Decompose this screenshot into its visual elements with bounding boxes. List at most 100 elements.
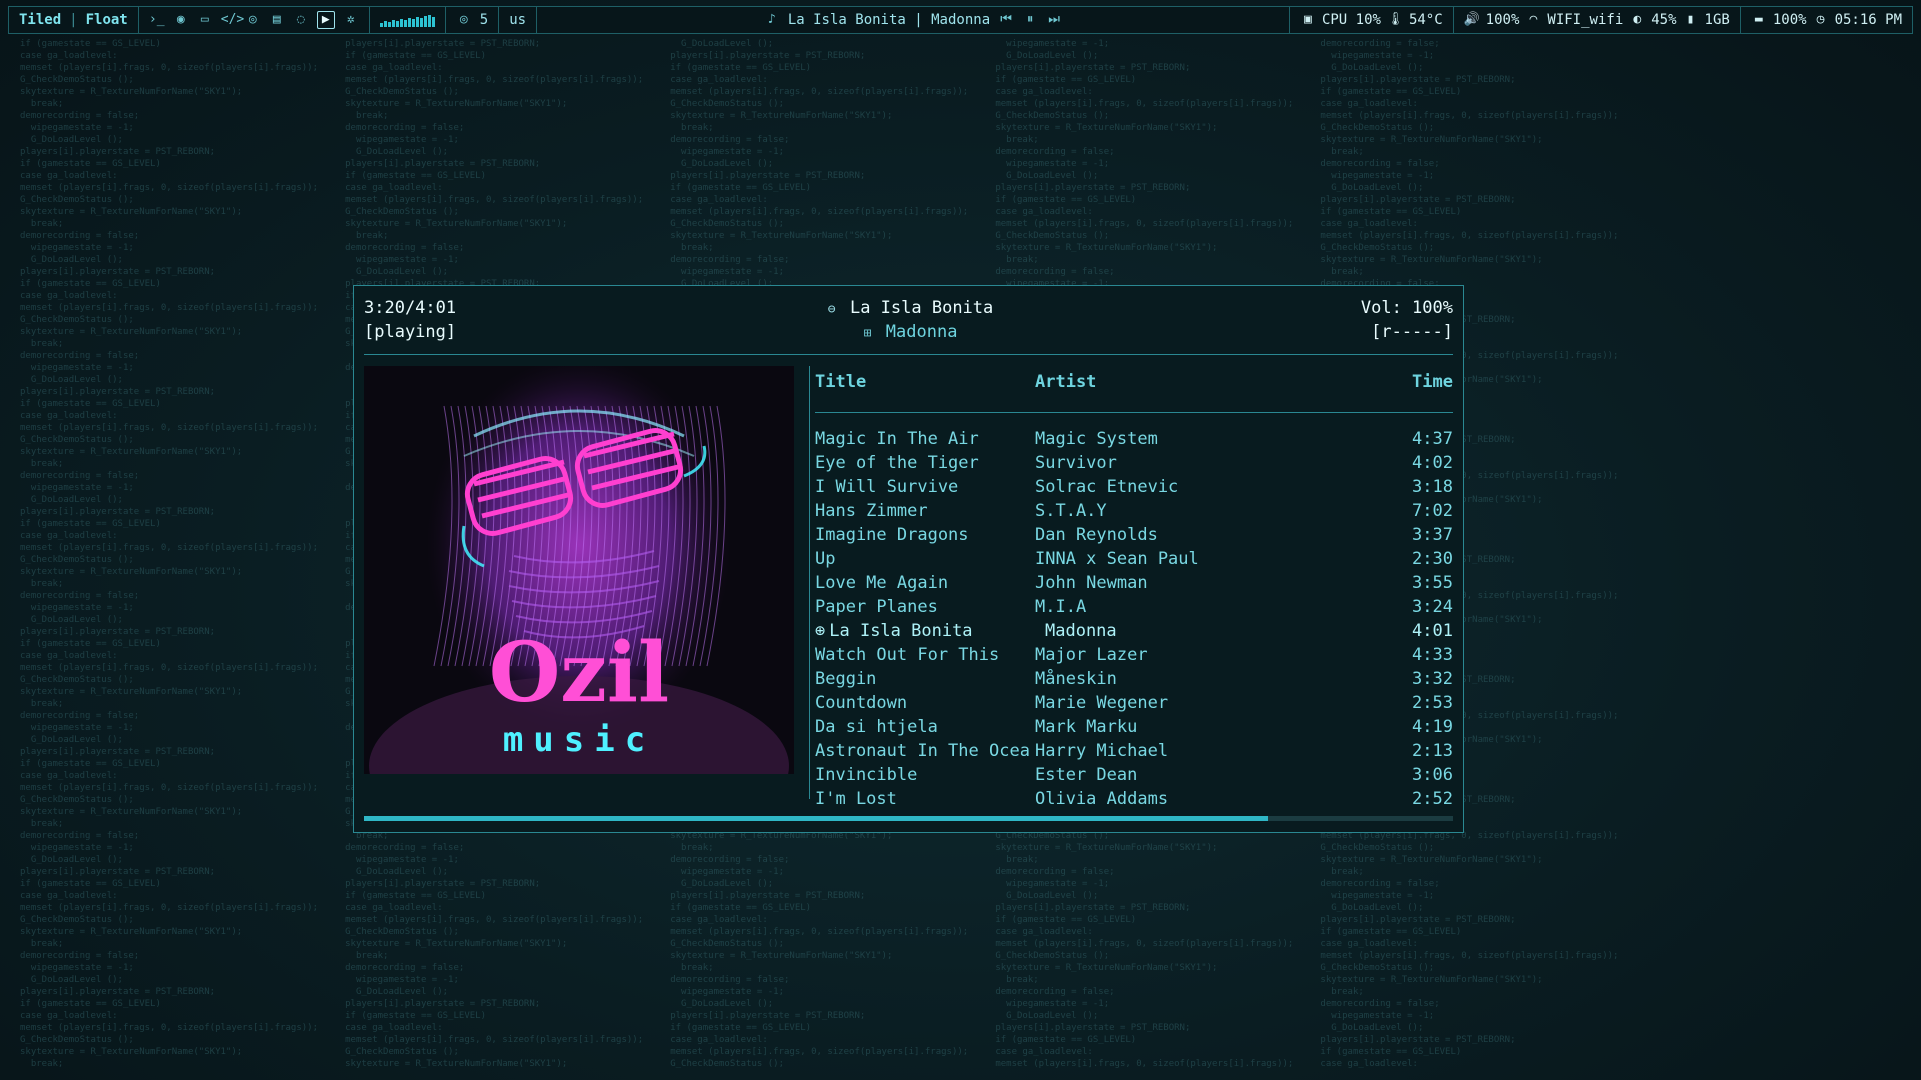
- notes-icon[interactable]: ▤: [269, 12, 285, 28]
- track-title-text: Astronaut In The Ocea: [815, 741, 1030, 761]
- youtube-icon[interactable]: ▶: [316, 11, 335, 29]
- track-duration: 2:30: [1412, 549, 1453, 569]
- track-title: Da si htjela: [815, 715, 1035, 739]
- code-icon[interactable]: </>: [221, 12, 244, 28]
- track-title: Paper Planes: [815, 595, 1035, 619]
- progress-bar-fill: [364, 816, 1268, 821]
- next-track-icon[interactable]: ⏭: [1046, 12, 1062, 28]
- visualizer-bar: [387, 22, 391, 27]
- keyboard-layout-indicator[interactable]: us: [499, 7, 538, 33]
- visualizer-bar: [407, 18, 411, 27]
- playlist-row[interactable]: Love Me Again John Newman 3:55: [815, 571, 1453, 595]
- track-title-text: Beggin: [815, 669, 877, 689]
- minus-circle-icon: ⊖: [827, 302, 836, 317]
- track-duration: 3:37: [1412, 525, 1453, 545]
- playlist-row[interactable]: Astronaut In The Ocea Harry Michael 2:13: [815, 739, 1453, 763]
- current-song-artist: Madonna: [885, 322, 958, 342]
- visualizer-bar: [391, 20, 395, 27]
- track-artist: Måneskin: [1035, 669, 1117, 689]
- track-title-text: Countdown: [815, 693, 908, 713]
- track-title-text: La Isla Bonita: [829, 621, 973, 641]
- terminal-icon[interactable]: ›_: [149, 12, 165, 28]
- track-artist: Harry Michael: [1035, 741, 1169, 761]
- cpu-usage: CPU 10%: [1321, 12, 1381, 28]
- header-divider: [364, 354, 1453, 355]
- playlist-row[interactable]: Countdown Marie Wegener 2:53: [815, 691, 1453, 715]
- track-artist: M.I.A: [1035, 597, 1087, 617]
- folder-icon[interactable]: ▭: [197, 12, 213, 28]
- track-artist: Ester Dean: [1035, 765, 1138, 785]
- visualizer-bar: [395, 21, 399, 27]
- chat-icon[interactable]: ◌: [293, 12, 309, 28]
- track-artist: Mark Marku: [1035, 717, 1138, 737]
- keyboard-layout-label: us: [509, 12, 527, 28]
- track-title: ⊕ La Isla Bonita: [815, 619, 1035, 643]
- visualizer-bar: [379, 23, 383, 27]
- track-title: Eye of the Tiger: [815, 451, 1035, 475]
- track-duration: 7:02: [1412, 501, 1453, 521]
- track-artist: S.T.A.Y: [1035, 501, 1107, 521]
- track-artist: Madonna: [1045, 621, 1117, 641]
- pause-icon[interactable]: ⏸: [1022, 12, 1038, 28]
- player-status: Vol: 100% [r-----]: [1361, 296, 1453, 344]
- playlist-row[interactable]: Watch Out For This Major Lazer 4:33: [815, 643, 1453, 667]
- visualizer-bar: [403, 20, 407, 27]
- playlist-header: Title Artist Time: [815, 366, 1453, 392]
- firefox-icon[interactable]: ◉: [173, 12, 189, 28]
- album-subtitle-text: music: [503, 720, 655, 760]
- layout-separator: |: [69, 12, 78, 28]
- track-title-text: Love Me Again: [815, 573, 949, 593]
- visualizer-bar: [423, 16, 427, 27]
- column-title-header[interactable]: Title: [815, 372, 1035, 392]
- column-time-header[interactable]: Time: [1393, 372, 1453, 392]
- track-title-text: I Will Survive: [815, 477, 959, 497]
- playlist-row[interactable]: Magic In The Air Magic System 4:37: [815, 427, 1453, 451]
- playlist-row[interactable]: Paper Planes M.I.A 3:24: [815, 595, 1453, 619]
- device-status: 🔊 100% ◠ WIFI_wifi ◐ 45% ▮ 1GB: [1454, 7, 1741, 33]
- wifi-icon[interactable]: ◠: [1525, 12, 1541, 28]
- playlist-header-divider: [815, 412, 1453, 413]
- memory-icon: ▮: [1686, 12, 1695, 27]
- track-duration: 4:01: [1412, 621, 1453, 641]
- track-artist: John Newman: [1035, 573, 1148, 593]
- track-duration: 3:06: [1412, 765, 1453, 785]
- cpu-chip-icon: ▣: [1304, 12, 1312, 27]
- music-player-window[interactable]: 3:20/4:01 [playing] ⊖ La Isla Bonita ⊞ M…: [353, 285, 1464, 833]
- track-duration: 3:55: [1412, 573, 1453, 593]
- track-title: Countdown: [815, 691, 1035, 715]
- clock-time[interactable]: 05:16 PM: [1835, 12, 1902, 28]
- playlist-row-current[interactable]: ⊕ La Isla Bonita Madonna 4:01: [815, 619, 1453, 643]
- previous-track-icon[interactable]: ⏮: [998, 12, 1014, 28]
- playlist-row[interactable]: I'm Lost Olivia Addams 2:52: [815, 787, 1453, 811]
- playlist-row[interactable]: Da si htjela Mark Marku 4:19: [815, 715, 1453, 739]
- playlist-row[interactable]: Invincible Ester Dean 3:06: [815, 763, 1453, 787]
- track-title-text: Hans Zimmer: [815, 501, 928, 521]
- track-artist: Major Lazer: [1035, 645, 1148, 665]
- track-duration: 4:33: [1412, 645, 1453, 665]
- visualizer-bar: [415, 17, 419, 27]
- playlist-row[interactable]: Eye of the Tiger Survivor 4:02: [815, 451, 1453, 475]
- volume-icon[interactable]: 🔊: [1464, 12, 1480, 28]
- track-title-text: Eye of the Tiger: [815, 453, 979, 473]
- brightness-icon[interactable]: ◐: [1629, 12, 1645, 28]
- track-title: Magic In The Air: [815, 427, 1035, 451]
- now-playing-widget: ♪ La Isla Bonita | Madonna ⏮ ⏸ ⏭: [537, 7, 1290, 33]
- playlist-row[interactable]: I Will Survive Solrac Etnevic 3:18: [815, 475, 1453, 499]
- track-title: Up: [815, 547, 1035, 571]
- now-playing-text: La Isla Bonita | Madonna: [787, 12, 991, 28]
- playlist-row[interactable]: Imagine Dragons Dan Reynolds 3:37: [815, 523, 1453, 547]
- system-stats: ▣ CPU 10% 🌡 54°C: [1290, 7, 1454, 33]
- github-app-icon[interactable]: ◎: [245, 12, 261, 28]
- playlist-row[interactable]: Up INNA x Sean Paul 2:30: [815, 547, 1453, 571]
- track-artist: Olivia Addams: [1035, 789, 1169, 809]
- playlist-row[interactable]: Hans Zimmer S.T.A.Y 7:02: [815, 499, 1453, 523]
- column-artist-header[interactable]: Artist: [1035, 372, 1393, 392]
- github-notifications[interactable]: ◎ 5: [446, 7, 500, 33]
- layout-tiled-button[interactable]: Tiled: [19, 12, 61, 28]
- track-title-text: Da si htjela: [815, 717, 938, 737]
- progress-bar[interactable]: [364, 816, 1453, 821]
- track-title-text: Imagine Dragons: [815, 525, 969, 545]
- playlist-row[interactable]: Beggin Måneskin 3:32: [815, 667, 1453, 691]
- layout-float-button[interactable]: Float: [86, 12, 128, 28]
- settings-gear-icon[interactable]: ✲: [343, 12, 359, 28]
